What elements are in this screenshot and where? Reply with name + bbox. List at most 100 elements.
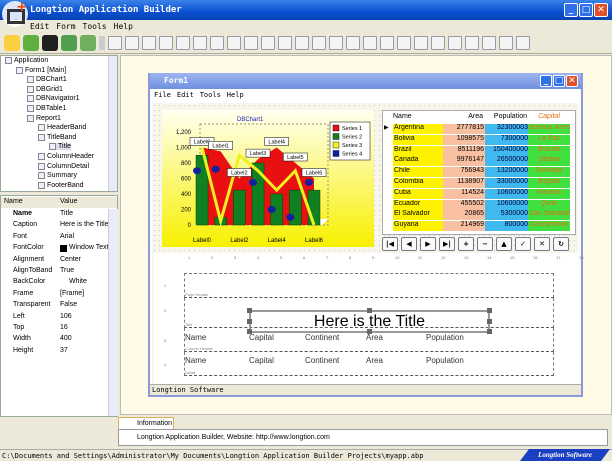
db-label-icon[interactable] [380, 36, 394, 50]
grid-cell[interactable]: Quito [528, 199, 570, 210]
detail-field[interactable]: Name [185, 356, 206, 365]
report-band[interactable] [184, 273, 554, 298]
grid-cell[interactable]: Bolivia [393, 134, 443, 145]
grid-cell[interactable]: La Paz [528, 134, 570, 145]
build-icon[interactable] [80, 35, 96, 51]
grid-cell[interactable]: 114524 [443, 188, 485, 199]
minimize-button[interactable]: _ [564, 3, 578, 17]
property-row[interactable]: Left 106 [1, 312, 109, 323]
detail-field[interactable]: Area [366, 356, 383, 365]
grid-cell[interactable]: 1098575 [443, 134, 485, 145]
grid-cell[interactable]: 9976147 [443, 156, 485, 167]
resize-handle[interactable] [487, 308, 492, 313]
nav-button[interactable]: − [477, 237, 493, 251]
nav-button[interactable]: ↻ [553, 237, 569, 251]
grid-row[interactable]: Ecuador 455502 10600000 Quito [383, 199, 571, 210]
menu-form[interactable]: Form [56, 22, 75, 31]
run-icon[interactable] [61, 35, 77, 51]
grid-row[interactable]: Cuba 114524 10600000 Havana [383, 188, 571, 199]
tree-item[interactable]: ColumnDetail [38, 162, 89, 170]
property-row[interactable]: Width 400 [1, 334, 109, 345]
nav-button[interactable]: + [458, 237, 474, 251]
grid-cell[interactable]: 8511196 [443, 145, 485, 156]
grid-row[interactable]: Colombia 1138907 33000000 Bogota [383, 177, 571, 188]
resize-handle[interactable] [487, 319, 492, 324]
grid-cell[interactable]: 7300000 [485, 134, 529, 145]
grid-cell[interactable]: Georgetown [528, 221, 570, 232]
property-row[interactable]: Font Arial [1, 232, 109, 243]
grid-cell[interactable]: El Salvador [393, 210, 443, 221]
edit-control-icon[interactable] [193, 36, 207, 50]
grid-cell[interactable]: Cuba [393, 188, 443, 199]
report-title-label[interactable]: Here is the Title [247, 308, 492, 334]
tree-item[interactable]: FooterBand [38, 181, 84, 189]
nav-button[interactable]: ▲ [496, 237, 512, 251]
resize-handle[interactable] [487, 329, 492, 334]
copy-icon[interactable] [108, 36, 122, 50]
grid-cell[interactable]: San Salvador [528, 210, 570, 221]
button-control-icon[interactable] [176, 36, 190, 50]
db-text-icon[interactable] [312, 36, 326, 50]
form-maximize-button[interactable]: □ [553, 75, 565, 87]
db-navigator-icon[interactable] [329, 36, 343, 50]
grid-row[interactable]: Guyana 214969 800000 Georgetown [383, 220, 571, 232]
detail-field[interactable]: Continent [305, 356, 339, 365]
db-grid-icon[interactable] [346, 36, 360, 50]
grid-cell[interactable]: 20865 [443, 210, 485, 221]
grid-cell[interactable]: 800000 [485, 221, 529, 232]
grid-cell[interactable]: 214969 [443, 221, 485, 232]
property-row[interactable]: Name Title [1, 209, 109, 220]
column-header-field[interactable]: Area [366, 333, 383, 342]
detail-field[interactable]: Population [426, 356, 464, 365]
nav-button[interactable]: ✕ [534, 237, 550, 251]
column-header-field[interactable]: Population [426, 333, 464, 342]
property-row[interactable]: Height 37 [1, 346, 109, 357]
grid-row[interactable]: ▶ Argentina 2777815 32300003 Buenos Aires [383, 123, 571, 134]
tree-item[interactable]: DBTable1 [27, 105, 66, 112]
grid-row[interactable]: Chile 756943 13200000 Santiago [383, 166, 571, 178]
props-scrollbar[interactable] [108, 209, 118, 416]
grid-cell[interactable]: 33000000 [485, 178, 529, 188]
tree-item[interactable]: ColumnHeader [38, 153, 94, 160]
form-menu-tools[interactable]: Tools [200, 91, 221, 99]
column-header-field[interactable]: Name [185, 333, 206, 342]
property-row[interactable]: AlignToBand True [1, 266, 109, 277]
property-row[interactable]: Transparent False [1, 300, 109, 311]
grid-column-header[interactable]: Capital [528, 113, 570, 123]
memo-control-icon[interactable] [261, 36, 275, 50]
db-combo-icon[interactable] [431, 36, 445, 50]
menu-tools[interactable]: Tools [83, 22, 107, 31]
grid-cell[interactable]: Brasilia [528, 145, 570, 156]
tree-item[interactable]: Application [5, 57, 48, 64]
grid-cell[interactable]: Brazil [393, 145, 443, 156]
grid-cell[interactable]: Guyana [393, 221, 443, 232]
property-row[interactable]: Top 16 [1, 323, 109, 334]
grid-cell[interactable]: Colombia [393, 178, 443, 188]
tree-item[interactable]: Form1 [Main] [16, 66, 66, 74]
grid-cell[interactable]: Canada [393, 156, 443, 167]
tree-item[interactable]: Summary [38, 172, 77, 180]
preview-icon[interactable] [159, 36, 173, 50]
menu-help[interactable]: Help [114, 22, 133, 31]
grid-row[interactable]: Canada 9976147 26500000 Ottawa [383, 155, 571, 167]
new-icon[interactable] [4, 35, 20, 51]
tree-item[interactable]: HeaderBand [38, 124, 86, 132]
db-checkbox-icon[interactable] [465, 36, 479, 50]
grid-cell[interactable]: Santiago [528, 167, 570, 178]
grid-cell[interactable]: 756943 [443, 167, 485, 178]
form-menu-help[interactable]: Help [227, 91, 244, 99]
panel-control-icon[interactable] [210, 36, 224, 50]
detail-field[interactable]: Capital [249, 356, 274, 365]
save-icon[interactable] [42, 35, 58, 51]
tree-item[interactable]: Title [49, 143, 71, 151]
db-radio-icon[interactable] [482, 36, 496, 50]
nav-button[interactable]: ✓ [515, 237, 531, 251]
tree-item[interactable]: Report1 [27, 114, 61, 122]
grid-cell[interactable]: Ecuador [393, 199, 443, 210]
db-grid[interactable]: Name Area Population Capital ▶ Argentina 27778… [382, 110, 576, 235]
grid-cell[interactable]: 10600000 [485, 199, 529, 210]
property-row[interactable]: FontColor Window Text [1, 243, 109, 254]
db-image-icon[interactable] [397, 36, 411, 50]
tab-information[interactable]: Information [118, 417, 174, 429]
form-menu-edit[interactable]: Edit [177, 91, 194, 99]
